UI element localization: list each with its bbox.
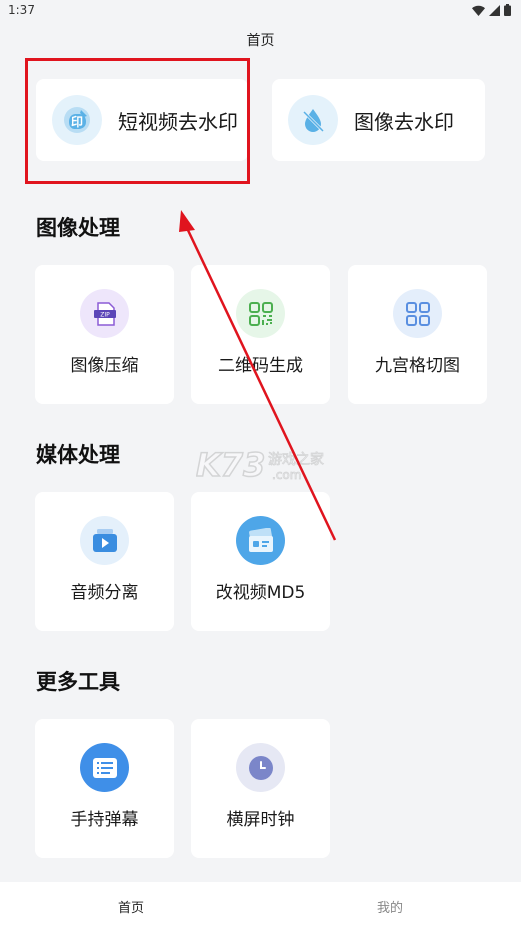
bottom-nav: 首页 我的 (0, 882, 521, 926)
nav-tab-home[interactable]: 首页 (118, 897, 144, 916)
nav-tab-mine[interactable]: 我的 (377, 897, 403, 916)
annotation-arrow-icon (179, 210, 337, 541)
